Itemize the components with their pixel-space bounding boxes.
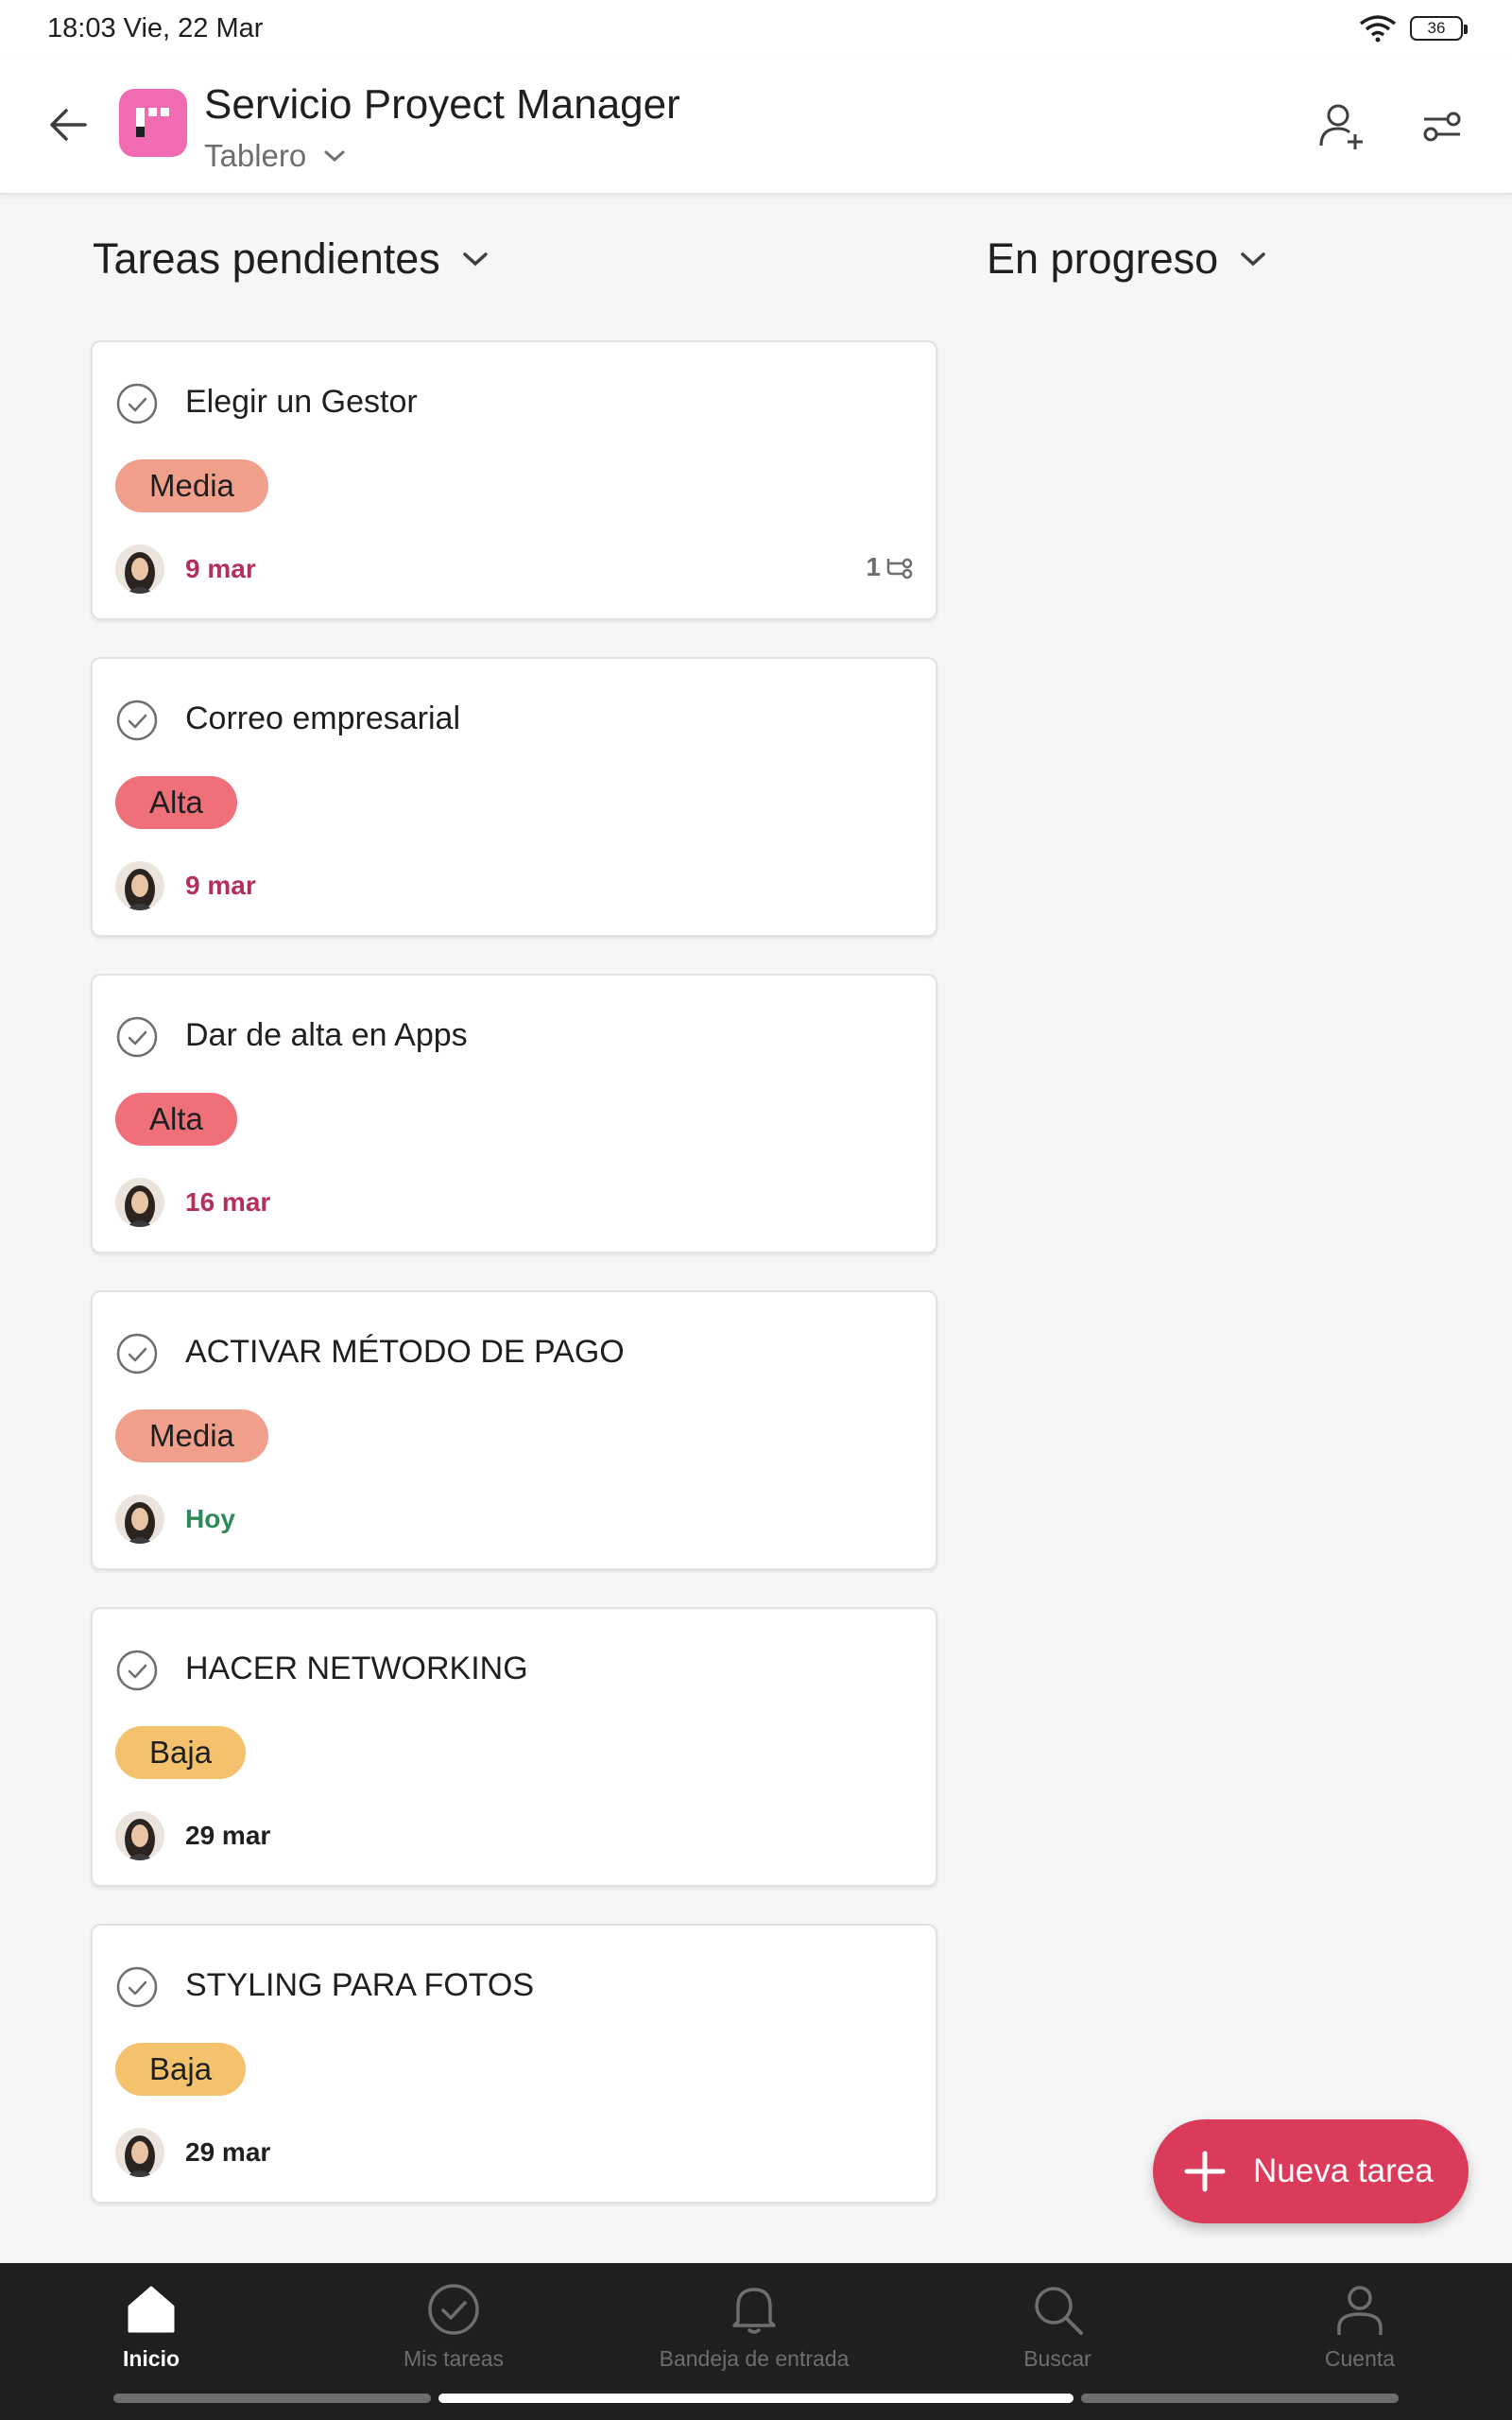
nav-label: Bandeja de entrada <box>659 2346 850 2371</box>
new-task-button[interactable]: Nueva tarea <box>1153 2119 1469 2223</box>
project-header: Servicio Proyect Manager Tablero <box>0 57 1512 195</box>
chevron-down-icon <box>1241 252 1265 267</box>
add-person-icon <box>1319 104 1363 149</box>
chevron-down-icon <box>463 252 488 267</box>
task-name: Elegir un Gestor <box>185 384 418 420</box>
nav-buscar[interactable]: Buscar <box>935 2280 1180 2372</box>
due-date: 29 mar <box>185 2137 271 2167</box>
column-title: Tareas pendientes <box>93 234 440 283</box>
assignee-avatar[interactable] <box>115 1178 164 1227</box>
filter-button[interactable] <box>1414 98 1470 155</box>
plus-icon <box>1184 2151 1226 2192</box>
column-header-todo[interactable]: Tareas pendientes <box>93 234 490 284</box>
check-circle-icon[interactable] <box>115 1965 159 2009</box>
view-selector[interactable]: Tablero <box>204 138 346 174</box>
arrow-left-icon <box>50 109 87 141</box>
task-name: Dar de alta en Apps <box>185 1017 468 1053</box>
check-circle-icon[interactable] <box>115 1015 159 1059</box>
back-button[interactable] <box>43 100 93 149</box>
battery-level: 36 <box>1427 19 1446 37</box>
column-header-in-progress[interactable]: En progreso <box>987 234 1267 284</box>
task-card[interactable]: Elegir un Gestor Media 9 mar 1 <box>91 340 937 620</box>
task-card[interactable]: HACER NETWORKING Baja 29 mar <box>91 1607 937 1887</box>
priority-tag: Baja <box>115 1726 247 1779</box>
view-selector-label: Tablero <box>204 138 307 173</box>
task-card[interactable]: STYLING PARA FOTOS Baja 29 mar <box>91 1924 937 2204</box>
due-date: Hoy <box>185 1504 235 1533</box>
nav-label: Mis tareas <box>403 2346 505 2371</box>
project-title: Servicio Proyect Manager <box>204 81 680 128</box>
gesture-segment <box>1081 2394 1399 2403</box>
assignee-avatar[interactable] <box>115 1811 164 1860</box>
task-name: Correo empresarial <box>185 700 460 736</box>
check-circle-icon[interactable] <box>115 1332 159 1375</box>
task-card[interactable]: Correo empresarial Alta 9 mar <box>91 657 937 937</box>
check-circle-icon[interactable] <box>115 382 159 425</box>
wifi-icon <box>1359 15 1397 43</box>
search-icon <box>1035 2287 1083 2335</box>
home-icon <box>128 2286 175 2333</box>
due-date: 9 mar <box>185 871 256 900</box>
priority-tag: Baja <box>115 2043 247 2096</box>
task-card[interactable]: Dar de alta en Apps Alta 16 mar <box>91 974 937 1253</box>
subtask-count[interactable]: 1 <box>866 552 913 582</box>
status-bar: 18:03 Vie, 22 Mar 36 <box>0 0 1512 57</box>
priority-tag: Alta <box>115 776 237 829</box>
check-circle-icon[interactable] <box>115 699 159 742</box>
nav-cuenta[interactable]: Cuenta <box>1237 2280 1483 2372</box>
nav-mis-tareas[interactable]: Mis tareas <box>331 2280 576 2372</box>
priority-tag: Alta <box>115 1093 237 1146</box>
due-date: 16 mar <box>185 1187 271 1217</box>
column-title: En progreso <box>987 234 1219 283</box>
subtask-icon <box>886 558 913 579</box>
task-name: HACER NETWORKING <box>185 1651 528 1686</box>
gesture-segment <box>113 2394 431 2403</box>
assignee-avatar[interactable] <box>115 544 164 594</box>
check-circle-icon <box>428 2284 479 2335</box>
nav-label: Inicio <box>122 2346 180 2371</box>
task-card[interactable]: ACTIVAR MÉTODO DE PAGO Media Hoy <box>91 1290 937 1570</box>
nav-label: Buscar <box>1023 2346 1091 2371</box>
bell-icon <box>732 2288 776 2334</box>
assignee-avatar[interactable] <box>115 1495 164 1544</box>
project-board-icon <box>119 89 187 157</box>
nav-inicio[interactable]: Inicio <box>28 2280 274 2372</box>
priority-tag: Media <box>115 1409 268 1462</box>
chevron-down-icon <box>324 150 345 163</box>
subtask-count-label: 1 <box>866 552 881 581</box>
bottom-navigation: Inicio Mis tareas Bandeja de entrada Bus… <box>0 2263 1512 2420</box>
new-task-label: Nueva tarea <box>1253 2152 1434 2189</box>
check-circle-icon[interactable] <box>115 1649 159 1692</box>
add-member-button[interactable] <box>1314 98 1370 155</box>
nav-bandeja[interactable]: Bandeja de entrada <box>631 2280 877 2372</box>
due-date: 9 mar <box>185 554 256 583</box>
person-icon <box>1337 2286 1383 2335</box>
assignee-avatar[interactable] <box>115 861 164 910</box>
priority-tag: Media <box>115 459 268 512</box>
status-icons: 36 <box>1359 14 1468 43</box>
gesture-segment-active <box>438 2394 1074 2403</box>
task-name: STYLING PARA FOTOS <box>185 1967 535 2003</box>
status-time: 18:03 Vie, 22 Mar <box>47 12 264 43</box>
assignee-avatar[interactable] <box>115 2128 164 2177</box>
due-date: 29 mar <box>185 1821 271 1850</box>
nav-label: Cuenta <box>1324 2346 1396 2371</box>
sliders-icon <box>1423 112 1461 142</box>
system-gesture-bar <box>113 2394 1399 2403</box>
task-name: ACTIVAR MÉTODO DE PAGO <box>185 1334 625 1370</box>
battery-icon: 36 <box>1410 16 1468 41</box>
